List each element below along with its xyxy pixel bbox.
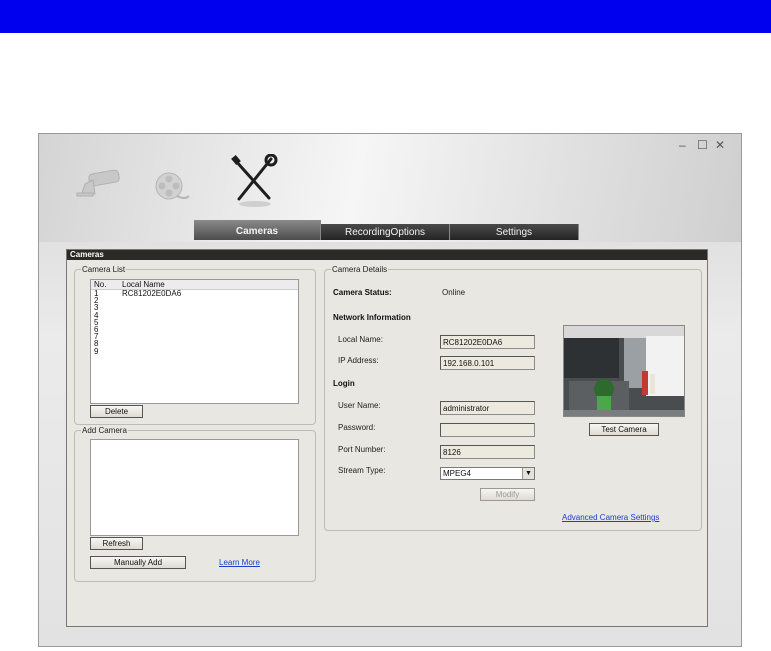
camera-preview-image [563, 325, 685, 417]
cameras-panel: Cameras Camera List No. Local Name 1 RC81… [66, 249, 708, 627]
tab-recording-options[interactable]: RecordingOptions [321, 224, 450, 240]
user-name-label: User Name: [338, 401, 381, 410]
tab-cameras[interactable]: Cameras [194, 220, 321, 240]
close-button[interactable]: ✕ [715, 138, 725, 152]
camera-status-value: Online [442, 288, 466, 297]
test-camera-button[interactable]: Test Camera [589, 423, 659, 436]
learn-more-link[interactable]: Learn More [219, 558, 260, 567]
table-row[interactable]: 7 [91, 332, 298, 341]
camera-list[interactable]: No. Local Name 1 RC81202E0DA6 2 3 4 5 6 7… [90, 279, 299, 404]
col-no-header[interactable]: No. [94, 280, 106, 289]
modify-button[interactable]: Modify [480, 488, 535, 501]
col-local-name-header[interactable]: Local Name [122, 280, 165, 289]
password-label: Password: [338, 423, 376, 432]
panel-title: Cameras [67, 250, 707, 260]
top-blue-banner [0, 0, 771, 33]
login-heading: Login [333, 379, 355, 388]
stream-type-value: MPEG4 [443, 469, 472, 478]
ip-address-label: IP Address: [338, 356, 379, 365]
advanced-camera-settings-link[interactable]: Advanced Camera Settings [562, 513, 659, 522]
table-row[interactable]: 6 [91, 325, 298, 334]
table-row[interactable]: 3 [91, 303, 298, 312]
app-window: – ☐ ✕ Cameras RecordingOptions Settings … [38, 133, 742, 647]
network-info-heading: Network Information [333, 313, 411, 322]
app-header: – ☐ ✕ Cameras RecordingOptions Settings [39, 134, 741, 242]
table-row[interactable]: 1 RC81202E0DA6 [91, 289, 298, 298]
add-camera-legend: Add Camera [82, 426, 127, 435]
minimize-button[interactable]: – [679, 138, 686, 152]
port-number-label: Port Number: [338, 445, 386, 454]
camera-list-legend: Camera List [82, 265, 126, 274]
delete-button[interactable]: Delete [90, 405, 143, 418]
table-row[interactable]: 9 [91, 346, 298, 356]
camera-details-legend: Camera Details [332, 265, 388, 274]
chevron-down-icon[interactable]: ▼ [522, 468, 534, 479]
table-row[interactable]: 2 [91, 296, 298, 305]
add-camera-list[interactable] [90, 439, 299, 536]
table-row[interactable]: 5 [91, 318, 298, 327]
local-name-label: Local Name: [338, 335, 383, 344]
refresh-button[interactable]: Refresh [90, 537, 143, 550]
ip-address-field[interactable]: 192.168.0.101 [440, 356, 535, 370]
user-name-field[interactable]: administrator [440, 401, 535, 415]
camera-icon[interactable] [75, 168, 127, 198]
camera-status-label: Camera Status: [333, 288, 392, 297]
table-row[interactable]: 8 [91, 339, 298, 348]
tab-settings[interactable]: Settings [450, 224, 579, 240]
local-name-field[interactable]: RC81202E0DA6 [440, 335, 535, 349]
table-row[interactable]: 4 [91, 311, 298, 320]
tools-icon[interactable] [229, 154, 279, 209]
port-number-field[interactable]: 8126 [440, 445, 535, 459]
stream-type-label: Stream Type: [338, 466, 386, 475]
maximize-button[interactable]: ☐ [697, 138, 708, 152]
row-no: 9 [94, 346, 99, 356]
manually-add-button[interactable]: Manually Add [90, 556, 186, 569]
password-field[interactable] [440, 423, 535, 437]
stream-type-select[interactable]: MPEG4 ▼ [440, 467, 535, 480]
film-reel-icon[interactable] [151, 168, 191, 208]
